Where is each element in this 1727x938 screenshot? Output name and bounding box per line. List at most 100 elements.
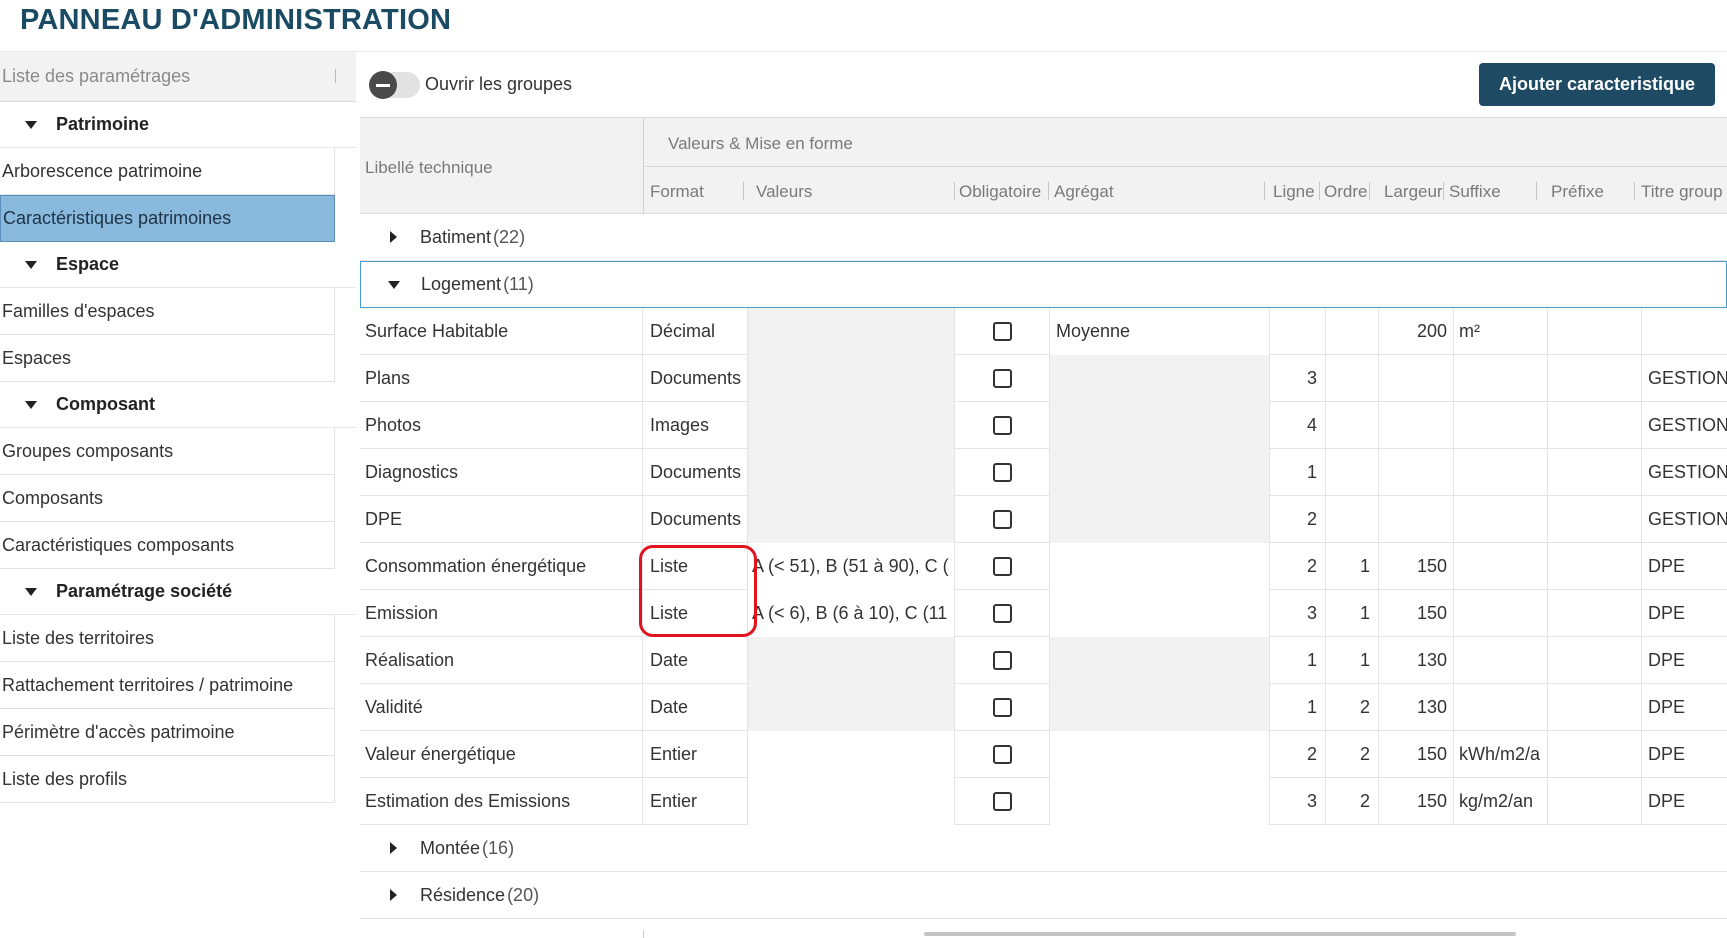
cell-prefixe[interactable] bbox=[1548, 543, 1642, 590]
sidebar-item-espaces[interactable]: Espaces bbox=[0, 335, 335, 382]
sidebar-section-composant[interactable]: Composant bbox=[0, 382, 356, 428]
horizontal-scrollbar[interactable] bbox=[924, 932, 1516, 936]
cell-prefixe[interactable] bbox=[1548, 590, 1642, 637]
cell-largeur[interactable]: 130 bbox=[1379, 684, 1454, 731]
cell-suffixe[interactable] bbox=[1454, 543, 1548, 590]
cell-format[interactable]: Décimal bbox=[644, 308, 748, 355]
cell-titre-groupe[interactable]: DPE bbox=[1642, 731, 1727, 778]
cell-obligatoire[interactable] bbox=[955, 778, 1050, 825]
cell-agregat[interactable] bbox=[1050, 402, 1270, 449]
cell-obligatoire[interactable] bbox=[955, 590, 1050, 637]
required-checkbox[interactable] bbox=[992, 745, 1012, 764]
cell-largeur[interactable] bbox=[1379, 355, 1454, 402]
cell-titre-groupe[interactable]: DPE bbox=[1642, 590, 1727, 637]
cell-libelle[interactable]: Réalisation bbox=[360, 637, 643, 684]
cell-valeurs[interactable] bbox=[748, 402, 955, 449]
cell-titre-groupe[interactable]: DPE bbox=[1642, 543, 1727, 590]
cell-obligatoire[interactable] bbox=[955, 355, 1050, 402]
col-header-largeur[interactable]: Largeur bbox=[1384, 182, 1443, 202]
cell-ligne[interactable]: 1 bbox=[1270, 449, 1326, 496]
cell-ligne[interactable]: 2 bbox=[1270, 543, 1326, 590]
col-header-valeurs[interactable]: Valeurs bbox=[756, 182, 812, 202]
cell-prefixe[interactable] bbox=[1548, 355, 1642, 402]
table-row[interactable]: Emission Liste A (< 6), B (6 à 10), C (11 3… bbox=[360, 590, 1727, 637]
cell-suffixe[interactable]: kg/m2/an bbox=[1454, 778, 1548, 825]
sidebar-item-familles-espaces[interactable]: Familles d'espaces bbox=[0, 288, 335, 335]
cell-prefixe[interactable] bbox=[1548, 637, 1642, 684]
sidebar-section-parametrage-societe[interactable]: Paramétrage société bbox=[0, 569, 356, 615]
sidebar-item-liste-profils[interactable]: Liste des profils bbox=[0, 756, 335, 803]
cell-suffixe[interactable] bbox=[1454, 496, 1548, 543]
cell-ordre[interactable]: 1 bbox=[1326, 543, 1379, 590]
cell-ligne[interactable]: 2 bbox=[1270, 731, 1326, 778]
cell-prefixe[interactable] bbox=[1548, 402, 1642, 449]
table-row[interactable]: DPEDocuments 2 GESTION D bbox=[360, 496, 1727, 543]
col-header-libelle[interactable]: Libellé technique bbox=[365, 158, 493, 178]
col-header-titre-groupe[interactable]: Titre group bbox=[1641, 182, 1723, 202]
table-row[interactable]: DiagnosticsDocuments 1 GESTION D bbox=[360, 449, 1727, 496]
cell-suffixe[interactable]: kWh/m2/a bbox=[1454, 731, 1548, 778]
required-checkbox[interactable] bbox=[992, 651, 1012, 670]
cell-suffixe[interactable] bbox=[1454, 355, 1548, 402]
cell-valeurs[interactable] bbox=[748, 496, 955, 543]
cell-ordre[interactable]: 1 bbox=[1326, 637, 1379, 684]
cell-format[interactable]: Date bbox=[644, 684, 748, 731]
cell-agregat[interactable] bbox=[1050, 637, 1270, 684]
cell-suffixe[interactable] bbox=[1454, 590, 1548, 637]
cell-largeur[interactable]: 150 bbox=[1379, 731, 1454, 778]
cell-obligatoire[interactable] bbox=[955, 308, 1050, 355]
cell-obligatoire[interactable] bbox=[955, 402, 1050, 449]
cell-ligne[interactable] bbox=[1270, 308, 1326, 355]
cell-ligne[interactable]: 3 bbox=[1270, 778, 1326, 825]
table-row[interactable]: Surface Habitable Décimal Moyenne 200 m² bbox=[360, 308, 1727, 355]
sidebar-item-caracteristiques-patrimoines[interactable]: Caractéristiques patrimoines bbox=[0, 195, 335, 242]
group-row-montee[interactable]: Montée (16) bbox=[360, 825, 1727, 872]
cell-ordre[interactable]: 2 bbox=[1326, 778, 1379, 825]
required-checkbox[interactable] bbox=[992, 463, 1012, 482]
col-header-ligne[interactable]: Ligne bbox=[1273, 182, 1315, 202]
cell-agregat[interactable] bbox=[1050, 731, 1270, 778]
cell-valeurs[interactable] bbox=[748, 308, 955, 355]
cell-valeurs[interactable] bbox=[748, 778, 955, 825]
required-checkbox[interactable] bbox=[992, 416, 1012, 435]
sidebar-item-perimetre-acces[interactable]: Périmètre d'accès patrimoine bbox=[0, 709, 335, 756]
col-header-suffixe[interactable]: Suffixe bbox=[1449, 182, 1501, 202]
cell-ordre[interactable] bbox=[1326, 355, 1379, 402]
cell-ordre[interactable]: 2 bbox=[1326, 731, 1379, 778]
required-checkbox[interactable] bbox=[992, 604, 1012, 623]
sidebar-item-caracteristiques-composants[interactable]: Caractéristiques composants bbox=[0, 522, 335, 569]
table-row[interactable]: Consommation énergétique Liste A (< 51), B… bbox=[360, 543, 1727, 590]
col-header-obligatoire[interactable]: Obligatoire bbox=[959, 182, 1041, 202]
cell-valeurs[interactable]: A (< 51), B (51 à 90), C ( bbox=[748, 543, 955, 590]
cell-agregat[interactable] bbox=[1050, 449, 1270, 496]
cell-ordre[interactable]: 1 bbox=[1326, 590, 1379, 637]
sidebar-item-rattachement-territoires[interactable]: Rattachement territoires / patrimoine bbox=[0, 662, 335, 709]
cell-libelle[interactable]: Diagnostics bbox=[360, 449, 643, 496]
table-row[interactable]: Réalisation Date 1 1 130 DPE bbox=[360, 637, 1727, 684]
cell-titre-groupe[interactable]: GESTION D bbox=[1642, 355, 1727, 402]
cell-libelle[interactable]: Estimation des Emissions bbox=[360, 778, 643, 825]
cell-prefixe[interactable] bbox=[1548, 731, 1642, 778]
cell-libelle[interactable]: Validité bbox=[360, 684, 643, 731]
cell-valeurs[interactable] bbox=[748, 355, 955, 402]
col-header-prefixe[interactable]: Préfixe bbox=[1551, 182, 1604, 202]
table-row[interactable]: Validité Date 1 2 130 DPE bbox=[360, 684, 1727, 731]
cell-format[interactable]: Entier bbox=[644, 778, 748, 825]
cell-titre-groupe[interactable]: GESTION D bbox=[1642, 449, 1727, 496]
cell-agregat[interactable] bbox=[1050, 590, 1270, 637]
cell-largeur[interactable]: 130 bbox=[1379, 637, 1454, 684]
cell-suffixe[interactable] bbox=[1454, 449, 1548, 496]
cell-largeur[interactable]: 200 bbox=[1379, 308, 1454, 355]
cell-valeurs[interactable] bbox=[748, 684, 955, 731]
group-row-residence[interactable]: Résidence (20) bbox=[360, 872, 1727, 919]
cell-suffixe[interactable] bbox=[1454, 637, 1548, 684]
cell-libelle[interactable]: DPE bbox=[360, 496, 643, 543]
cell-largeur[interactable]: 150 bbox=[1379, 590, 1454, 637]
sidebar-item-composants[interactable]: Composants bbox=[0, 475, 335, 522]
cell-titre-groupe[interactable]: GESTION D bbox=[1642, 402, 1727, 449]
cell-format[interactable]: Documents bbox=[644, 496, 748, 543]
cell-valeurs[interactable] bbox=[748, 731, 955, 778]
cell-suffixe[interactable]: m² bbox=[1454, 308, 1548, 355]
cell-largeur[interactable] bbox=[1379, 402, 1454, 449]
table-row[interactable]: Valeur énergétique Entier 2 2 150 kWh/m2/a DPE bbox=[360, 731, 1727, 778]
